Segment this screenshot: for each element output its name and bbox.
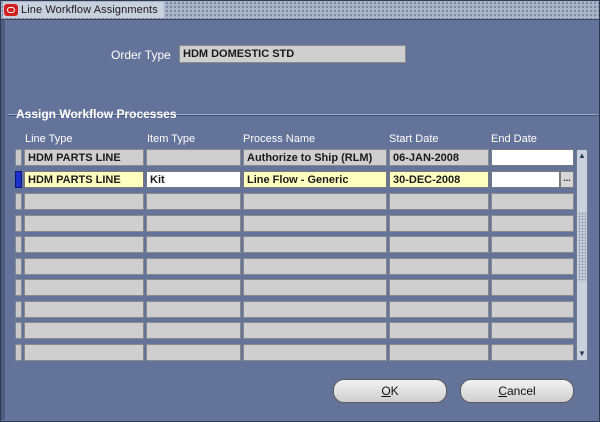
process-name-cell[interactable]: Line Flow - Generic (243, 171, 387, 188)
empty-cell[interactable] (146, 300, 241, 318)
column-header-process-name: Process Name (243, 133, 316, 145)
section-title: Assign Workflow Processes (16, 107, 177, 121)
empty-cell[interactable] (389, 322, 489, 339)
line-type-cell[interactable]: HDM PARTS LINE (24, 149, 144, 166)
empty-cell[interactable] (243, 300, 387, 318)
row-indicator[interactable] (15, 300, 22, 318)
row-indicator[interactable] (15, 257, 22, 275)
item-type-cell[interactable] (146, 149, 241, 166)
empty-cell[interactable] (491, 279, 574, 296)
empty-cell[interactable] (491, 343, 574, 361)
oracle-icon (4, 4, 18, 16)
empty-cell[interactable] (146, 343, 241, 361)
ok-label-rest: K (390, 384, 399, 398)
cancel-button[interactable]: Cancel (460, 379, 574, 403)
empty-cell[interactable] (146, 257, 241, 275)
empty-cell[interactable] (491, 300, 574, 318)
empty-cell[interactable] (389, 257, 489, 275)
column-header-end-date: End Date (491, 133, 537, 145)
scroll-up-icon[interactable]: ▲ (577, 150, 587, 162)
dialog-window: Line Workflow Assignments Order Type HDM… (0, 0, 600, 422)
row-indicator[interactable] (15, 343, 22, 361)
vertical-scrollbar[interactable]: ▲ ▼ (576, 149, 588, 361)
title-bar[interactable]: Line Workflow Assignments (1, 1, 599, 20)
empty-cell[interactable] (243, 343, 387, 361)
column-header-start-date: Start Date (389, 133, 439, 145)
start-date-cell[interactable]: 30-DEC-2008 (389, 171, 489, 188)
scroll-thumb[interactable] (578, 212, 586, 282)
empty-cell[interactable] (146, 279, 241, 296)
empty-cell[interactable] (389, 279, 489, 296)
empty-cell[interactable] (389, 343, 489, 361)
order-type-label: Order Type (111, 48, 171, 62)
start-date-cell[interactable]: 06-JAN-2008 (389, 149, 489, 166)
empty-cell[interactable] (146, 193, 241, 210)
window-left-edge (1, 20, 5, 420)
title-wrap: Line Workflow Assignments (3, 2, 164, 18)
process-name-cell[interactable]: Authorize to Ship (RLM) (243, 149, 387, 166)
empty-cell[interactable] (24, 343, 144, 361)
cancel-mnemonic: C (498, 384, 507, 398)
empty-cell[interactable] (24, 236, 144, 253)
list-of-values-button[interactable]: ... (560, 171, 574, 188)
row-indicator[interactable] (15, 214, 22, 232)
empty-cell[interactable] (24, 257, 144, 275)
end-date-cell[interactable] (491, 171, 560, 188)
row-indicator[interactable] (15, 193, 22, 210)
empty-cell[interactable] (243, 322, 387, 339)
row-indicator[interactable] (15, 149, 22, 166)
empty-cell[interactable] (491, 322, 574, 339)
item-type-cell[interactable]: Kit (146, 171, 241, 188)
ok-mnemonic: O (381, 384, 391, 398)
empty-cell[interactable] (243, 214, 387, 232)
column-header-line-type: Line Type (25, 133, 73, 145)
row-indicator-active[interactable] (15, 171, 22, 188)
empty-cell[interactable] (491, 257, 574, 275)
empty-cell[interactable] (24, 322, 144, 339)
ok-button[interactable]: OK (333, 379, 447, 403)
empty-cell[interactable] (243, 279, 387, 296)
window-title: Line Workflow Assignments (21, 4, 158, 16)
empty-cell[interactable] (389, 300, 489, 318)
empty-cell[interactable] (146, 322, 241, 339)
line-type-cell[interactable]: HDM PARTS LINE (24, 171, 144, 188)
cancel-label-rest: ancel (506, 384, 536, 398)
empty-cell[interactable] (389, 236, 489, 253)
column-header-item-type: Item Type (147, 133, 196, 145)
empty-cell[interactable] (491, 193, 574, 210)
empty-cell[interactable] (389, 193, 489, 210)
empty-cell[interactable] (389, 214, 489, 232)
empty-cell[interactable] (243, 193, 387, 210)
scroll-down-icon[interactable]: ▼ (577, 348, 587, 360)
empty-cell[interactable] (24, 300, 144, 318)
row-indicator[interactable] (15, 322, 22, 339)
empty-cell[interactable] (491, 214, 574, 232)
empty-cell[interactable] (146, 236, 241, 253)
empty-cell[interactable] (24, 193, 144, 210)
empty-cell[interactable] (24, 279, 144, 296)
empty-cell[interactable] (243, 257, 387, 275)
empty-cell[interactable] (491, 236, 574, 253)
row-indicator[interactable] (15, 236, 22, 253)
row-indicator[interactable] (15, 279, 22, 296)
empty-cell[interactable] (146, 214, 241, 232)
empty-cell[interactable] (24, 214, 144, 232)
end-date-cell[interactable] (491, 149, 574, 166)
order-type-field[interactable]: HDM DOMESTIC STD (179, 45, 406, 63)
empty-cell[interactable] (243, 236, 387, 253)
